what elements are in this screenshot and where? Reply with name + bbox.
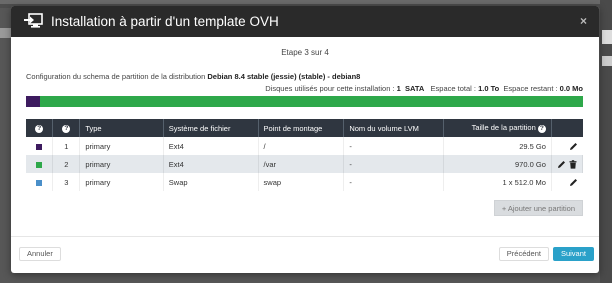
partition-type: primary: [79, 155, 164, 173]
install-template-modal: Installation à partir d'un template OVH …: [11, 6, 599, 273]
footer-divider: [11, 236, 599, 237]
table-row: 1 primary Ext4 / - 29.5 Go: [26, 137, 583, 155]
partition-mountpoint: /: [258, 137, 345, 155]
partition-size: 29.5 Go: [443, 137, 552, 155]
disks-count: 1: [396, 84, 401, 93]
size-column-header: Taille de la partition ?: [443, 119, 552, 137]
partition-filesystem: Ext4: [163, 155, 259, 173]
partition-filesystem: Swap: [163, 173, 259, 191]
previous-button[interactable]: Précédent: [498, 247, 549, 261]
close-icon[interactable]: ×: [580, 15, 587, 27]
lvm-column-header: Nom du volume LVM: [343, 119, 445, 137]
add-partition-button[interactable]: + Ajouter une partition: [493, 200, 583, 216]
help-icon[interactable]: ?: [62, 124, 71, 133]
partition-mountpoint: /var: [258, 155, 345, 173]
partition-color-swatch: [36, 179, 43, 186]
color-column-header: ?: [26, 119, 54, 137]
description-prefix: Configuration du schema de partition de …: [26, 72, 208, 81]
disk-usage-bar: [26, 96, 583, 107]
modal-title: Installation à partir d'un template OVH: [51, 14, 279, 29]
type-column-header: Type: [79, 119, 164, 137]
filesystem-column-header: Système de fichier: [163, 119, 259, 137]
partition-color-swatch: [36, 143, 43, 150]
partition-type: primary: [79, 173, 164, 191]
disk-summary: Disques utilisés pour cette installation…: [11, 84, 583, 93]
partition-mountpoint: swap: [258, 173, 345, 191]
partition-size: 970.0 Go: [443, 155, 552, 173]
total-space-value: 1.0 To: [478, 84, 500, 93]
disks-type: SATA: [404, 84, 425, 93]
edit-icon[interactable]: [569, 178, 578, 187]
edit-icon[interactable]: [569, 142, 578, 151]
remaining-space-label: Espace restant :: [503, 84, 560, 93]
partition-order: 1: [52, 137, 81, 155]
cancel-button[interactable]: Annuler: [19, 247, 61, 261]
table-row: 2 primary Ext4 /var - 970.0 Go: [26, 155, 584, 173]
mountpoint-column-header: Point de montage: [258, 119, 345, 137]
total-space-label: Espace total :: [430, 84, 479, 93]
partition-color-swatch: [36, 161, 43, 168]
step-indicator: Etape 3 sur 4: [281, 48, 329, 57]
distribution-name: Debian 8.4 stable (jessie) (stable) - de…: [207, 72, 361, 81]
remaining-space-value: 0.0 Mo: [559, 84, 583, 93]
server-install-icon: [23, 12, 43, 31]
table-header-row: ? ? Type Système de fichier Point de mon…: [26, 119, 583, 137]
background-panel: [600, 0, 612, 283]
order-column-header: ?: [52, 119, 81, 137]
partition-lvm: -: [343, 137, 445, 155]
partition-size: 1 x 512.0 Mo: [443, 173, 552, 191]
actions-column-header: [551, 119, 582, 137]
trash-icon[interactable]: [568, 159, 577, 169]
partition-lvm: -: [343, 173, 445, 191]
partition-filesystem: Ext4: [163, 137, 259, 155]
edit-icon[interactable]: [557, 160, 566, 169]
partition-order: 3: [52, 173, 81, 191]
table-row: 3 primary Swap swap - 1 x 512.0 Mo: [26, 173, 583, 191]
partition-lvm: -: [343, 155, 445, 173]
help-icon[interactable]: ?: [537, 124, 546, 133]
partition-type: primary: [79, 137, 164, 155]
disks-label: Disques utilisés pour cette installation…: [265, 84, 397, 93]
modal-header: Installation à partir d'un template OVH …: [11, 6, 599, 37]
disk-usage-used-segment: [26, 96, 40, 107]
partition-table: ? ? Type Système de fichier Point de mon…: [26, 119, 584, 191]
size-header-label: Taille de la partition: [471, 123, 536, 133]
partition-description: Configuration du schema de partition de …: [26, 72, 599, 81]
next-button[interactable]: Suivant: [552, 247, 594, 261]
partition-order: 2: [52, 155, 81, 173]
help-icon[interactable]: ?: [35, 124, 44, 133]
